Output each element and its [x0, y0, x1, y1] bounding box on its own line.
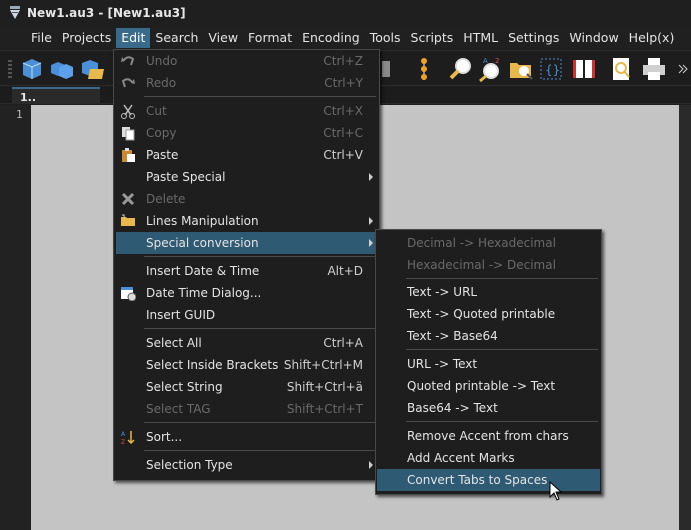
submenu-arrow-icon: [369, 239, 373, 247]
menu-format[interactable]: Format: [243, 28, 297, 48]
menu-item-select-string[interactable]: Select String Shift+Ctrl+ä: [116, 376, 377, 398]
menu-separator: [144, 256, 376, 257]
delete-icon: [121, 192, 135, 206]
window-title: New1.au3 - [New1.au3]: [27, 6, 186, 20]
menu-item-delete[interactable]: Delete: [116, 188, 377, 210]
menu-bar: File Projects Edit Search View Format En…: [0, 27, 691, 49]
replace-icon[interactable]: A2: [477, 55, 505, 83]
vertical-scrollbar[interactable]: [679, 105, 691, 530]
menu-encoding[interactable]: Encoding: [297, 28, 365, 48]
menu-separator: [144, 422, 376, 423]
undo-icon: [121, 56, 135, 66]
svg-text:A: A: [121, 431, 126, 438]
mouse-cursor-icon: [549, 481, 563, 501]
title-bar: New1.au3 - [New1.au3]: [0, 0, 691, 26]
bookmark-icon[interactable]: [410, 55, 438, 83]
submenu-item-quoted-printable-to-text[interactable]: Quoted printable -> Text: [377, 375, 600, 397]
app-icon: [10, 6, 20, 19]
menu-item-select-tag[interactable]: Select TAG Shift+Ctrl+T: [116, 398, 377, 420]
book-icon[interactable]: [570, 55, 598, 83]
submenu-arrow-icon: [369, 461, 373, 469]
submenu-item-text-to-quoted-printable[interactable]: Text -> Quoted printable: [377, 303, 600, 325]
copy-icon: [122, 127, 135, 141]
tab-new1[interactable]: 1.. New1.au3: [12, 87, 100, 121]
submenu-item-remove-accent[interactable]: Remove Accent from chars: [377, 425, 600, 447]
menu-item-lines-manipulation[interactable]: Lines Manipulation: [116, 210, 377, 232]
line-number: 1: [16, 108, 23, 121]
svg-text:{}: {}: [545, 63, 560, 77]
special-conversion-submenu: Decimal -> Hexadecimal Hexadecimal -> De…: [375, 229, 602, 495]
menu-edit[interactable]: Edit: [116, 28, 151, 48]
submenu-item-add-accent-marks[interactable]: Add Accent Marks: [377, 447, 600, 469]
open-files-icon[interactable]: [48, 55, 76, 83]
calendar-icon: [121, 287, 136, 301]
new-file-icon[interactable]: [18, 55, 46, 83]
menu-html[interactable]: HTML: [458, 28, 503, 48]
submenu-arrow-icon: [369, 173, 373, 181]
toolbar-grip[interactable]: [8, 60, 12, 80]
menu-settings[interactable]: Settings: [503, 28, 564, 48]
folder-icon: [121, 214, 135, 226]
menu-item-sort[interactable]: AZ Sort...: [116, 426, 377, 448]
submenu-item-base64-to-text[interactable]: Base64 -> Text: [377, 397, 600, 419]
menu-tools[interactable]: Tools: [365, 28, 406, 48]
menu-separator: [406, 421, 598, 422]
menu-file[interactable]: File: [26, 28, 57, 48]
menu-separator: [144, 96, 376, 97]
print-icon[interactable]: [640, 55, 668, 83]
submenu-item-hex-to-decimal[interactable]: Hexadecimal -> Decimal: [377, 254, 600, 276]
menu-item-date-time-dialog[interactable]: Date Time Dialog...: [116, 282, 377, 304]
redo-icon: [121, 78, 135, 88]
svg-text:2: 2: [495, 57, 499, 65]
submenu-item-decimal-to-hex[interactable]: Decimal -> Hexadecimal: [377, 232, 600, 254]
menu-item-select-inside-brackets[interactable]: Select Inside Brackets Shift+Ctrl+M: [116, 354, 377, 376]
menu-window[interactable]: Window: [564, 28, 623, 48]
menu-separator: [144, 450, 376, 451]
menu-item-redo[interactable]: Redo Ctrl+Y: [116, 72, 377, 94]
paste-icon: [122, 148, 135, 162]
cube-icon[interactable]: [380, 55, 408, 83]
line-gutter: 1: [0, 105, 31, 530]
menu-scripts[interactable]: Scripts: [406, 28, 459, 48]
menu-projects[interactable]: Projects: [57, 28, 116, 48]
brace-match-icon[interactable]: {}: [537, 55, 565, 83]
menu-separator: [406, 278, 598, 279]
menu-item-select-all[interactable]: Select All Ctrl+A: [116, 332, 377, 354]
svg-text:Z: Z: [121, 439, 125, 445]
print-preview-icon[interactable]: [608, 55, 636, 83]
submenu-arrow-icon: [369, 217, 373, 225]
svg-text:A: A: [483, 57, 488, 65]
submenu-item-text-to-url[interactable]: Text -> URL: [377, 281, 600, 303]
menu-item-copy[interactable]: Copy Ctrl+C: [116, 122, 377, 144]
menu-item-insert-guid[interactable]: Insert GUID: [116, 304, 377, 326]
sort-icon: AZ: [121, 431, 135, 445]
menu-separator: [406, 349, 598, 350]
menu-item-undo[interactable]: Undo Ctrl+Z: [116, 50, 377, 72]
menu-item-paste-special[interactable]: Paste Special: [116, 166, 377, 188]
submenu-item-convert-tabs-to-spaces[interactable]: Convert Tabs to Spaces: [377, 469, 600, 491]
menu-search[interactable]: Search: [150, 28, 203, 48]
overflow-icon[interactable]: [676, 55, 690, 83]
menu-view[interactable]: View: [203, 28, 243, 48]
menu-separator: [144, 328, 376, 329]
find-in-files-icon[interactable]: [507, 55, 535, 83]
menu-help[interactable]: Help(x): [624, 28, 680, 48]
cut-icon: [121, 104, 135, 119]
submenu-item-text-to-base64[interactable]: Text -> Base64: [377, 325, 600, 347]
menu-item-selection-type[interactable]: Selection Type: [116, 454, 377, 476]
menu-item-special-conversion[interactable]: Special conversion: [116, 232, 377, 254]
menu-item-cut[interactable]: Cut Ctrl+X: [116, 100, 377, 122]
find-icon[interactable]: [447, 55, 475, 83]
menu-item-paste[interactable]: Paste Ctrl+V: [116, 144, 377, 166]
save-icon[interactable]: [78, 55, 106, 83]
menu-item-insert-date-time[interactable]: Insert Date & Time Alt+D: [116, 260, 377, 282]
submenu-item-url-to-text[interactable]: URL -> Text: [377, 353, 600, 375]
edit-menu: Undo Ctrl+Z Redo Ctrl+Y Cut Ctrl+X Copy …: [113, 49, 380, 481]
